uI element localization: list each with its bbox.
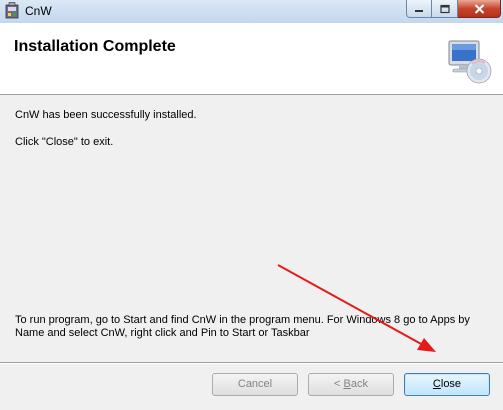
close-button[interactable]: Close <box>404 373 490 396</box>
close-button-label: lose <box>440 378 462 390</box>
footer-divider <box>0 362 503 364</box>
minimize-icon <box>415 9 423 12</box>
header-banner: Installation Complete <box>0 23 503 95</box>
title-bar[interactable]: CnW <box>0 0 503 23</box>
back-button-accelerator: B <box>343 378 351 390</box>
installer-window: CnW Installation Complete CnW has been s… <box>0 0 503 410</box>
installer-app-icon <box>5 2 19 19</box>
maximize-button[interactable] <box>432 0 458 18</box>
cancel-button-label: Cancel <box>237 378 273 390</box>
maximize-icon <box>439 4 450 13</box>
close-icon <box>474 3 484 14</box>
back-button-label: ack <box>350 378 368 390</box>
cancel-button[interactable]: Cancel <box>212 373 298 396</box>
close-button-accelerator: C <box>432 378 441 390</box>
window-title: CnW <box>25 4 52 18</box>
run-instructions-line-2: Name and select CnW, right click and Pin… <box>15 327 310 339</box>
minimize-button[interactable] <box>406 0 432 18</box>
close-window-button[interactable] <box>458 0 501 18</box>
back-button-prefix: < <box>334 378 344 390</box>
page-title: Installation Complete <box>14 38 176 55</box>
computer-cd-icon <box>448 40 492 84</box>
success-message: CnW has been successfully installed. <box>15 109 197 121</box>
caption-buttons <box>406 0 501 18</box>
dialog-client-area: Installation Complete CnW has been succe… <box>0 23 503 410</box>
back-button[interactable]: < Back <box>308 373 394 396</box>
close-instruction: Click "Close" to exit. <box>15 136 114 148</box>
run-instructions-line-1: To run program, go to Start and find CnW… <box>15 314 470 326</box>
